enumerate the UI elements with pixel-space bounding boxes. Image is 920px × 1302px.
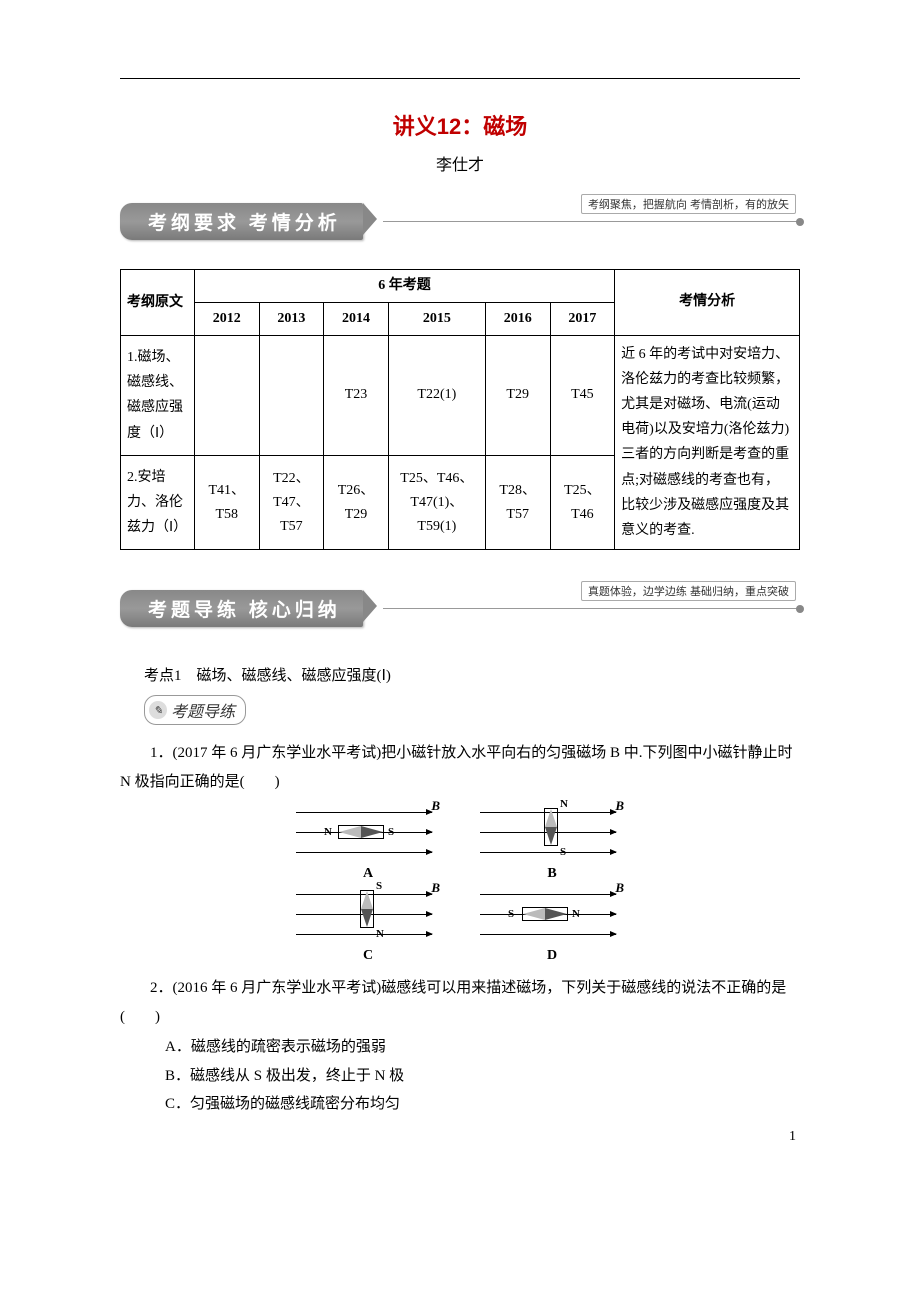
th-year: 2015	[388, 302, 485, 335]
pill-label: ✎ 考题导练	[144, 695, 246, 725]
th-years: 6 年考题	[194, 270, 614, 303]
b-label: B	[431, 798, 440, 814]
th-year: 2017	[550, 302, 615, 335]
th-year: 2013	[259, 302, 324, 335]
s-label: S	[508, 908, 514, 920]
s-label: S	[376, 880, 382, 892]
td-cell: T41、T58	[194, 456, 259, 550]
s-label: S	[388, 826, 394, 838]
td-cell: T45	[550, 335, 615, 456]
td-topic: 1.磁场、磁感线、磁感应强度（Ⅰ）	[121, 335, 195, 456]
td-cell: T26、T29	[324, 456, 389, 550]
td-cell	[194, 335, 259, 456]
table-row: 考纲原文 6 年考题 考情分析	[121, 270, 800, 303]
top-rule	[120, 78, 800, 79]
td-topic: 2.安培力、洛伦兹力（Ⅰ）	[121, 456, 195, 550]
banner-caption-2: 真题体验，边学边练 基础归纳，重点突破	[581, 581, 796, 601]
author-line: 李仕才	[120, 151, 800, 175]
q1-option-A: B N S A	[288, 802, 448, 880]
q1-option-B: B N S B	[472, 802, 632, 880]
page: 讲义12：磁场 李仕才 考纲要求 考情分析 考纲聚焦，把握航向 考情剖析，有的放…	[0, 0, 920, 1159]
th-year: 2012	[194, 302, 259, 335]
td-cell: T28、T57	[485, 456, 550, 550]
option-letter: C	[363, 948, 373, 964]
q1-diagram: B N S A B N S B	[120, 802, 800, 962]
q1-option-D: B S N D	[472, 884, 632, 962]
q2-option-C: C．匀强磁场的磁感线疏密分布均匀	[165, 1090, 800, 1119]
td-cell: T29	[485, 335, 550, 456]
th-year: 2016	[485, 302, 550, 335]
b-label: B	[615, 798, 624, 814]
q2-option-A: A．磁感线的疏密表示磁场的强弱	[165, 1033, 800, 1062]
td-cell: T22(1)	[388, 335, 485, 456]
page-number: 1	[789, 1129, 796, 1145]
banner-caption-1: 考纲聚焦，把握航向 考情剖析，有的放矢	[581, 194, 796, 214]
pencil-icon: ✎	[149, 701, 167, 719]
n-label: N	[572, 908, 580, 920]
compass-needle	[338, 825, 384, 839]
compass-needle	[544, 808, 558, 846]
compass-needle	[360, 890, 374, 928]
td-cell: T25、T46、T47(1)、T59(1)	[388, 456, 485, 550]
th-origin: 考纲原文	[121, 270, 195, 336]
b-label: B	[431, 880, 440, 896]
doc-title: 讲义12：磁场	[120, 109, 800, 141]
option-letter: B	[547, 866, 556, 882]
th-year: 2014	[324, 302, 389, 335]
banner-tab-2: 考题导练 核心归纳	[120, 590, 363, 627]
banner-tab-1: 考纲要求 考情分析	[120, 203, 363, 240]
th-analysis: 考情分析	[615, 270, 800, 336]
section-banner-1: 考纲要求 考情分析 考纲聚焦，把握航向 考情剖析，有的放矢	[120, 203, 800, 239]
banner-line-2: 真题体验，边学边练 基础归纳，重点突破	[383, 608, 800, 609]
banner-line-1: 考纲聚焦，把握航向 考情剖析，有的放矢	[383, 221, 800, 222]
td-cell: T23	[324, 335, 389, 456]
s-label: S	[560, 846, 566, 858]
q1-grid: B N S A B N S B	[288, 802, 632, 962]
q2-option-B: B．磁感线从 S 极出发，终止于 N 极	[165, 1062, 800, 1091]
option-letter: A	[363, 866, 373, 882]
n-label: N	[560, 798, 568, 810]
dot-icon	[796, 605, 804, 613]
b-label: B	[615, 880, 624, 896]
n-label: N	[324, 826, 332, 838]
dot-icon	[796, 218, 804, 226]
exam-point-1: 考点1 磁场、磁感线、磁感应强度(Ⅰ)	[144, 664, 800, 685]
td-analysis: 近 6 年的考试中对安培力、洛伦兹力的考查比较频繁，尤其是对磁场、电流(运动电荷…	[615, 335, 800, 550]
td-cell: T22、T47、T57	[259, 456, 324, 550]
q1-stem: 1．(2017 年 6 月广东学业水平考试)把小磁针放入水平向右的匀强磁场 B …	[120, 739, 800, 796]
td-cell: T25、T46	[550, 456, 615, 550]
option-letter: D	[547, 948, 557, 964]
pill-text: 考题导练	[171, 698, 235, 722]
section-banner-2: 考题导练 核心归纳 真题体验，边学边练 基础归纳，重点突破	[120, 590, 800, 626]
n-label: N	[376, 928, 384, 940]
q2-stem: 2．(2016 年 6 月广东学业水平考试)磁感线可以用来描述磁场，下列关于磁感…	[120, 974, 800, 1031]
compass-needle	[522, 907, 568, 921]
table-row: 1.磁场、磁感线、磁感应强度（Ⅰ） T23 T22(1) T29 T45 近 6…	[121, 335, 800, 456]
td-cell	[259, 335, 324, 456]
syllabus-table: 考纲原文 6 年考题 考情分析 2012 2013 2014 2015 2016…	[120, 269, 800, 550]
q1-option-C: B S N C	[288, 884, 448, 962]
